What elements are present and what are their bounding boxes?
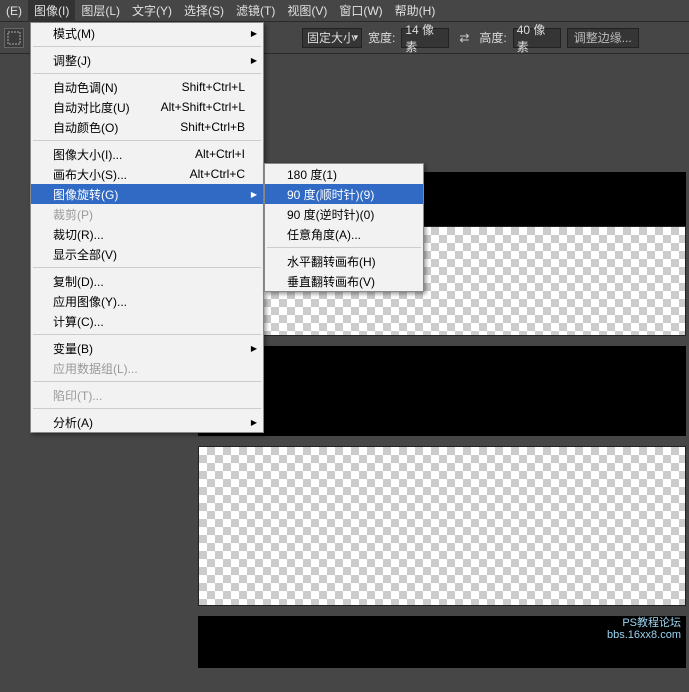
menu-item-label: 画布大小(S)... xyxy=(53,166,174,183)
menu-item-label: 变量(B) xyxy=(53,340,245,357)
menu-item-label: 应用图像(Y)... xyxy=(53,293,245,310)
menubar-image[interactable]: 图像(I) xyxy=(28,0,75,22)
menu-item-label: 图像旋转(G) xyxy=(53,186,245,203)
menubar-filter[interactable]: 滤镜(T) xyxy=(230,0,281,22)
rotation-submenu-item[interactable]: 任意角度(A)... xyxy=(265,224,423,244)
image-menu-item[interactable]: 自动对比度(U) Alt+Shift+Ctrl+L xyxy=(31,97,263,117)
menu-item-label: 分析(A) xyxy=(53,414,245,431)
size-mode-dropdown[interactable]: 固定大小 xyxy=(302,28,362,48)
width-input[interactable]: 14 像素 xyxy=(401,28,449,48)
rotation-submenu-item[interactable]: 垂直翻转画布(V) xyxy=(265,271,423,291)
image-menu-item[interactable]: 图像旋转(G) xyxy=(31,184,263,204)
canvas-black-mid xyxy=(198,346,686,436)
swap-dimensions-icon[interactable]: ⇄ xyxy=(455,29,473,47)
menubar-type[interactable]: 文字(Y) xyxy=(126,0,178,22)
image-menu-item[interactable]: 自动颜色(O) Shift+Ctrl+B xyxy=(31,117,263,137)
height-input[interactable]: 40 像素 xyxy=(513,28,561,48)
image-menu-item[interactable]: 模式(M) xyxy=(31,23,263,43)
menu-item-label: 自动对比度(U) xyxy=(53,99,145,116)
menu-item-shortcut: Alt+Ctrl+I xyxy=(195,147,245,161)
menubar-help[interactable]: 帮助(H) xyxy=(389,0,442,22)
image-menu-item: 应用数据组(L)... xyxy=(31,358,263,378)
image-menu-item[interactable]: 画布大小(S)... Alt+Ctrl+C xyxy=(31,164,263,184)
menu-item-label: 裁切(R)... xyxy=(53,226,245,243)
marquee-tool-icon[interactable] xyxy=(4,28,24,48)
menu-item-label: 90 度(逆时针)(0) xyxy=(287,206,405,223)
image-menu-item[interactable]: 计算(C)... xyxy=(31,311,263,331)
image-menu-item[interactable]: 显示全部(V) xyxy=(31,244,263,264)
menu-item-label: 显示全部(V) xyxy=(53,246,245,263)
image-menu-item[interactable]: 自动色调(N) Shift+Ctrl+L xyxy=(31,77,263,97)
menu-item-label: 180 度(1) xyxy=(287,166,405,183)
menu-item-label: 计算(C)... xyxy=(53,313,245,330)
refine-edge-button[interactable]: 调整边缘... xyxy=(567,28,639,48)
main-menubar: (E) 图像(I) 图层(L) 文字(Y) 选择(S) 滤镜(T) 视图(V) … xyxy=(0,0,689,22)
menu-item-label: 垂直翻转画布(V) xyxy=(287,273,405,290)
menu-item-shortcut: Shift+Ctrl+L xyxy=(182,80,245,94)
canvas-transparent-2[interactable] xyxy=(198,446,686,606)
menu-item-label: 调整(J) xyxy=(53,52,245,69)
menu-item-label: 陷印(T)... xyxy=(53,387,245,404)
menu-item-label: 裁剪(P) xyxy=(53,206,245,223)
menu-item-label: 模式(M) xyxy=(53,25,245,42)
image-menu-item[interactable]: 裁切(R)... xyxy=(31,224,263,244)
rotation-submenu-item[interactable]: 180 度(1) xyxy=(265,164,423,184)
rotation-submenu-item[interactable]: 90 度(顺时针)(9) xyxy=(265,184,423,204)
menu-item-label: 复制(D)... xyxy=(53,273,245,290)
menu-item-label: 图像大小(I)... xyxy=(53,146,179,163)
menu-item-shortcut: Alt+Ctrl+C xyxy=(190,167,245,181)
rotation-submenu-item[interactable]: 水平翻转画布(H) xyxy=(265,251,423,271)
image-menu-item: 裁剪(P) xyxy=(31,204,263,224)
menu-item-label: 90 度(顺时针)(9) xyxy=(287,186,405,203)
menubar-edit[interactable]: (E) xyxy=(0,1,28,21)
watermark: PS教程论坛 bbs.16xx8.com xyxy=(607,617,681,642)
menu-item-label: 应用数据组(L)... xyxy=(53,360,245,377)
image-menu-item[interactable]: 分析(A) xyxy=(31,412,263,432)
menubar-window[interactable]: 窗口(W) xyxy=(333,0,388,22)
watermark-line2: bbs.16xx8.com xyxy=(607,629,681,642)
image-menu-item: 陷印(T)... xyxy=(31,385,263,405)
menu-item-label: 任意角度(A)... xyxy=(287,226,405,243)
rotation-submenu-item[interactable]: 90 度(逆时针)(0) xyxy=(265,204,423,224)
image-menu-item[interactable]: 调整(J) xyxy=(31,50,263,70)
watermark-line1: PS教程论坛 xyxy=(607,617,681,630)
menubar-view[interactable]: 视图(V) xyxy=(281,0,333,22)
menu-item-label: 水平翻转画布(H) xyxy=(287,253,405,270)
width-label: 宽度: xyxy=(368,29,395,46)
menu-item-label: 自动颜色(O) xyxy=(53,119,164,136)
menubar-layer[interactable]: 图层(L) xyxy=(75,0,126,22)
height-label: 高度: xyxy=(479,29,506,46)
image-menu-item[interactable]: 应用图像(Y)... xyxy=(31,291,263,311)
image-menu-item[interactable]: 复制(D)... xyxy=(31,271,263,291)
menubar-select[interactable]: 选择(S) xyxy=(178,0,230,22)
menu-item-shortcut: Alt+Shift+Ctrl+L xyxy=(161,100,245,114)
menu-item-shortcut: Shift+Ctrl+B xyxy=(180,120,245,134)
image-menu-item[interactable]: 变量(B) xyxy=(31,338,263,358)
image-menu[interactable]: 模式(M) 调整(J) 自动色调(N) Shift+Ctrl+L 自动对比度(U) Alt… xyxy=(30,22,264,433)
image-rotation-submenu[interactable]: 180 度(1) 90 度(顺时针)(9) 90 度(逆时针)(0) 任意角度(A).… xyxy=(264,163,424,292)
menu-item-label: 自动色调(N) xyxy=(53,79,166,96)
image-menu-item[interactable]: 图像大小(I)... Alt+Ctrl+I xyxy=(31,144,263,164)
